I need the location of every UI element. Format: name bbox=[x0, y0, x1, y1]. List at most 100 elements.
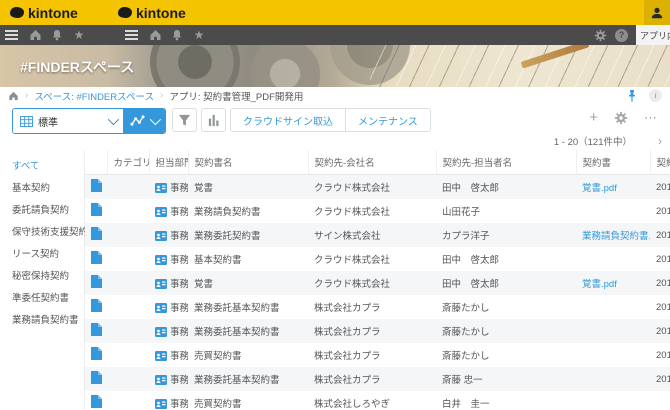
cell-contract-date bbox=[650, 391, 670, 410]
cloudsign-import-button[interactable]: クラウドサイン取込 bbox=[231, 109, 345, 131]
cell-company-name: クラウド株式会社 bbox=[314, 255, 391, 266]
kintone-logo-text: kintone bbox=[28, 4, 78, 21]
table-row[interactable]: 事務局業務委託基本契約書 株式会社カプラ 斎藤 忠一 2019 bbox=[85, 367, 670, 391]
sidebar-category-item[interactable]: 基本契約 bbox=[12, 178, 84, 200]
column-header: 契約書 bbox=[575, 150, 650, 175]
hamburger-menu-button-duplicate[interactable] bbox=[122, 25, 140, 45]
open-record-button[interactable] bbox=[91, 299, 102, 312]
home-button-duplicate[interactable] bbox=[146, 25, 164, 45]
table-row[interactable]: 事務局売買契約書 株式会社カプラ 斎藤たかし 2017 bbox=[85, 343, 670, 367]
user-menu-button[interactable] bbox=[644, 0, 670, 25]
kintone-logo[interactable]: kintone bbox=[10, 0, 78, 25]
document-icon bbox=[91, 179, 102, 192]
app-search-input[interactable]: アプリ内 bbox=[636, 25, 670, 45]
settings-button[interactable] bbox=[594, 29, 607, 42]
open-record-button[interactable] bbox=[91, 179, 102, 192]
graph-selector-dropdown[interactable] bbox=[123, 109, 165, 133]
open-record-button[interactable] bbox=[91, 251, 102, 264]
sidebar-category-item[interactable]: 準委任契約書 bbox=[12, 288, 84, 310]
app-info-button[interactable]: i bbox=[649, 89, 662, 102]
cell-contract-date: 2018 bbox=[656, 301, 670, 313]
help-button[interactable]: ? bbox=[615, 28, 628, 42]
organization-icon bbox=[155, 255, 167, 265]
app-settings-button[interactable] bbox=[614, 111, 628, 125]
bell-icon bbox=[53, 30, 61, 41]
cell-department: 事務局 bbox=[149, 247, 188, 271]
cell-contract-date: 2018 bbox=[656, 253, 670, 265]
open-record-button[interactable] bbox=[91, 275, 102, 288]
favorites-button-duplicate[interactable]: ★ bbox=[190, 25, 208, 45]
organization-icon bbox=[155, 351, 167, 361]
department-label: 事務局 bbox=[170, 327, 188, 338]
pdf-file-link[interactable]: 覚書.pdf bbox=[582, 279, 617, 290]
pdf-file-link[interactable]: 覚書.pdf bbox=[582, 183, 617, 194]
open-record-button[interactable] bbox=[91, 347, 102, 360]
document-icon bbox=[91, 275, 102, 288]
hamburger-menu-button[interactable] bbox=[2, 25, 20, 45]
table-row[interactable]: 事務局業務委託契約書 サイン株式会社 カプラ洋子 業務請負契約書.pdf 2019 bbox=[85, 223, 670, 247]
cell-contract-name: 覚書 bbox=[194, 183, 214, 194]
add-record-button[interactable]: + bbox=[589, 110, 598, 125]
cell-department: 事務局 bbox=[149, 223, 188, 247]
table-row[interactable]: 事務局基本契約書 クラウド株式会社 田中 啓太郎 2018 bbox=[85, 247, 670, 271]
breadcrumb-app-label: アプリ: 契約書管理_PDF開発用 bbox=[169, 91, 304, 103]
cell-company-name: クラウド株式会社 bbox=[314, 207, 391, 218]
open-record-button[interactable] bbox=[91, 227, 102, 240]
cell-category bbox=[107, 343, 149, 367]
open-record-button[interactable] bbox=[91, 203, 102, 216]
filter-button[interactable] bbox=[172, 108, 197, 132]
department-label: 事務局 bbox=[170, 399, 188, 410]
table-row[interactable]: 事務局業務請負契約書 クラウド株式会社 山田花子 2019 bbox=[85, 199, 670, 223]
document-icon bbox=[91, 395, 102, 408]
cell-category bbox=[107, 175, 149, 200]
breadcrumb-space-link[interactable]: スペース: #FINDERスペース bbox=[34, 89, 154, 103]
open-record-button[interactable] bbox=[91, 395, 102, 408]
breadcrumb-separator: › bbox=[160, 90, 164, 101]
cell-company-name: 株式会社カプラ bbox=[314, 303, 381, 314]
chart-button[interactable] bbox=[201, 108, 226, 132]
cell-contract-name: 覚書 bbox=[194, 279, 214, 290]
sidebar-category-item[interactable]: すべて bbox=[12, 156, 84, 178]
sidebar-category-item[interactable]: 秘密保持契約 bbox=[12, 266, 84, 288]
sidebar-category-item[interactable]: 保守技術支援契約 bbox=[12, 222, 88, 244]
bell-icon bbox=[173, 30, 181, 41]
maintenance-button[interactable]: メンテナンス bbox=[345, 109, 430, 131]
cell-contract-file bbox=[576, 343, 650, 367]
more-options-button[interactable]: ⋯ bbox=[644, 111, 658, 124]
header-icon-column bbox=[85, 150, 107, 175]
table-row[interactable]: 事務局業務委託基本契約書 株式会社カプラ 斎藤たかし 2018 bbox=[85, 319, 670, 343]
organization-icon bbox=[155, 399, 167, 409]
favorites-button[interactable]: ★ bbox=[70, 25, 88, 45]
sidebar-category-item[interactable]: 業務請負契約書 bbox=[12, 310, 84, 332]
open-record-button[interactable] bbox=[91, 323, 102, 336]
star-icon: ★ bbox=[73, 28, 85, 42]
column-header: 契約書名 bbox=[187, 150, 308, 175]
view-selector-dropdown[interactable]: 標準 bbox=[13, 109, 123, 133]
document-icon bbox=[91, 299, 102, 312]
cell-department: 事務局 bbox=[149, 175, 188, 200]
sidebar-category-item[interactable]: リース契約 bbox=[12, 244, 84, 266]
table-row[interactable]: 事務局業務委託基本契約書 株式会社カプラ 斎藤たかし 2018 bbox=[85, 295, 670, 319]
user-icon bbox=[651, 7, 663, 18]
kintone-logo-duplicate[interactable]: kintone bbox=[118, 0, 186, 25]
organization-icon bbox=[155, 327, 167, 337]
table-row[interactable]: 事務局売買契約書 株式会社しろやぎ 白井 圭一 bbox=[85, 391, 670, 410]
department-label: 事務局 bbox=[170, 303, 188, 314]
cell-contact-person: 斎藤 忠一 bbox=[442, 375, 483, 386]
notifications-button[interactable] bbox=[48, 25, 66, 45]
table-row[interactable]: 事務局覚書 クラウド株式会社 田中 啓太郎 覚書.pdf 2019 bbox=[85, 271, 670, 295]
open-record-button[interactable] bbox=[91, 371, 102, 384]
notifications-button-duplicate[interactable] bbox=[168, 25, 186, 45]
sidebar-category-item[interactable]: 委託請負契約 bbox=[12, 200, 84, 222]
cell-contract-date: 2019 bbox=[656, 277, 670, 289]
home-breadcrumb-button[interactable] bbox=[8, 91, 19, 101]
pdf-file-link[interactable]: 業務請負契約書.pdf bbox=[582, 231, 650, 242]
home-button[interactable] bbox=[26, 25, 44, 45]
cell-contact-person: 田中 啓太郎 bbox=[442, 255, 500, 266]
pin-button[interactable] bbox=[627, 89, 637, 102]
table-row[interactable]: 事務局覚書 クラウド株式会社 田中 啓太郎 覚書.pdf 2019 bbox=[85, 174, 670, 200]
cell-category bbox=[107, 295, 149, 319]
hamburger-icon bbox=[124, 30, 138, 40]
pagination-next-button[interactable]: › bbox=[658, 135, 662, 147]
view-selector-group: 標準 bbox=[12, 108, 166, 134]
